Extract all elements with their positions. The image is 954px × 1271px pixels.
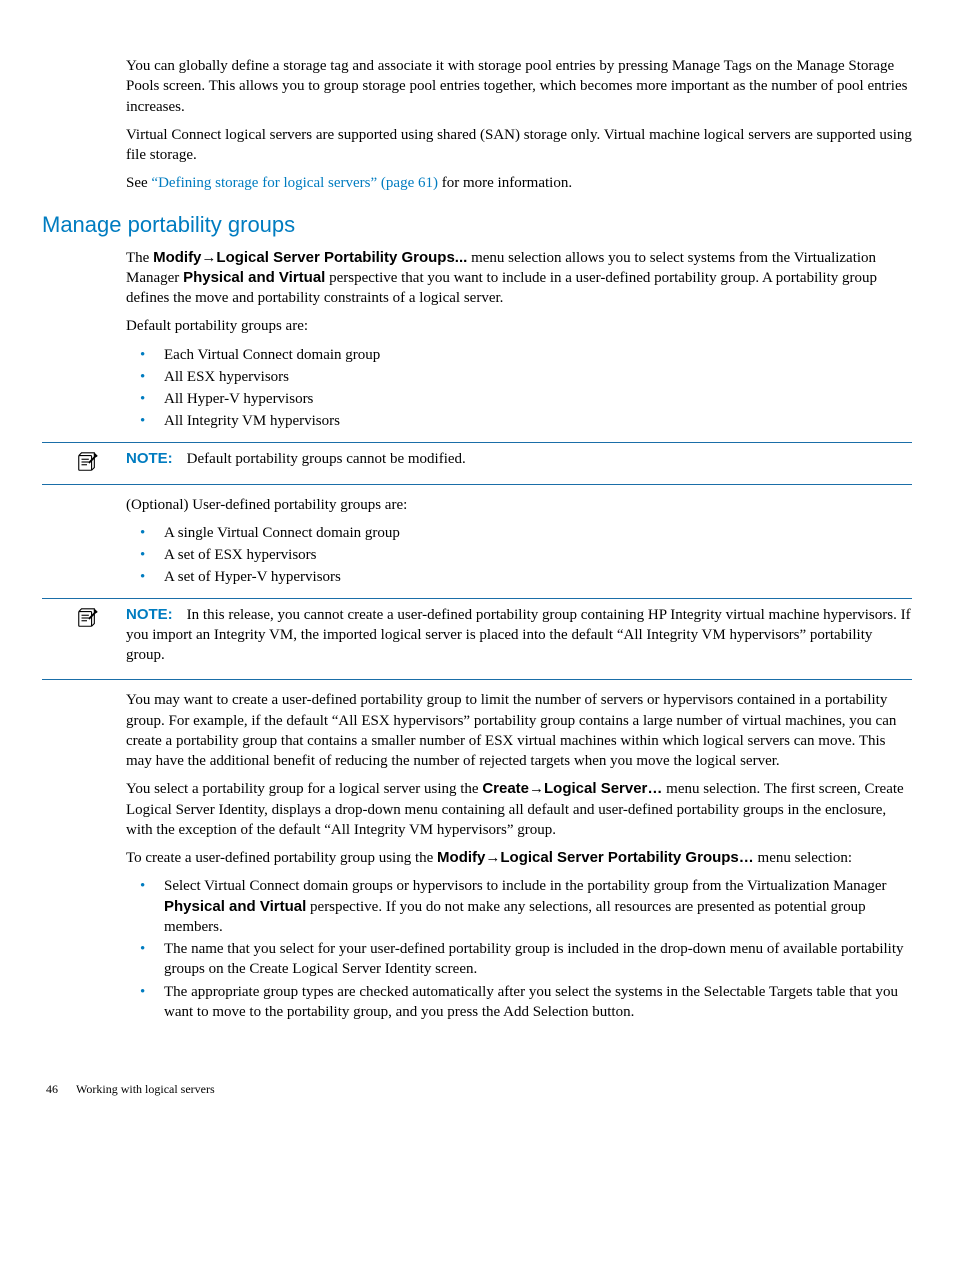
portability-paragraph-1: The Modify→Logical Server Portability Gr… — [126, 248, 912, 309]
default-groups-list: Each Virtual Connect domain group All ES… — [126, 345, 912, 432]
text-fragment: You select a portability group for a log… — [126, 781, 482, 797]
footer-title: Working with logical servers — [76, 1082, 215, 1096]
create-steps-list: Select Virtual Connect domain groups or … — [126, 876, 912, 1022]
intro-paragraph-1: You can globally define a storage tag an… — [126, 56, 912, 117]
note-divider-bottom — [42, 679, 912, 680]
text-fragment: Select Virtual Connect domain groups or … — [164, 878, 886, 894]
note-label: NOTE: — [126, 450, 173, 467]
create-group-reason-paragraph: You may want to create a user-defined po… — [126, 690, 912, 771]
note-text: NOTE:In this release, you cannot create … — [126, 605, 912, 666]
see-prefix: See — [126, 175, 151, 191]
defining-storage-link[interactable]: “Defining storage for logical servers” (… — [151, 175, 438, 191]
list-item: A single Virtual Connect domain group — [126, 523, 912, 543]
see-suffix: for more information. — [438, 175, 572, 191]
list-item: All Integrity VM hypervisors — [126, 411, 912, 431]
page-footer: 46 Working with logical servers — [42, 1082, 912, 1097]
modify-label: Modify — [153, 249, 201, 266]
list-item: All Hyper-V hypervisors — [126, 389, 912, 409]
create-label: Create — [482, 780, 529, 797]
page-number: 46 — [46, 1082, 58, 1096]
text-fragment: The — [126, 250, 153, 266]
note-body: Default portability groups cannot be mod… — [187, 451, 466, 467]
list-item: A set of ESX hypervisors — [126, 545, 912, 565]
note-user-defined-limitation: NOTE:In this release, you cannot create … — [42, 598, 912, 681]
list-item: All ESX hypervisors — [126, 367, 912, 387]
physical-and-virtual-label: Physical and Virtual — [183, 269, 325, 286]
list-item: A set of Hyper-V hypervisors — [126, 567, 912, 587]
arrow-icon: → — [485, 850, 500, 866]
note-divider-bottom — [42, 484, 912, 485]
intro-paragraph-3: See “Defining storage for logical server… — [126, 173, 912, 193]
optional-groups-list: A single Virtual Connect domain group A … — [126, 523, 912, 588]
physical-and-virtual-label: Physical and Virtual — [164, 898, 306, 915]
note-icon — [42, 449, 126, 478]
manage-portability-groups-heading: Manage portability groups — [42, 212, 912, 238]
list-item: The name that you select for your user-d… — [126, 939, 912, 980]
note-default-groups: NOTE: Default portability groups cannot b… — [42, 442, 912, 485]
text-fragment: To create a user-defined portability gro… — [126, 850, 437, 866]
note-icon — [42, 605, 126, 634]
text-fragment: menu selection: — [754, 850, 852, 866]
note-label: NOTE: — [126, 606, 173, 623]
arrow-icon: → — [529, 781, 544, 797]
logical-server-portability-groups-label: Logical Server Portability Groups... — [216, 249, 467, 266]
optional-groups-intro: (Optional) User-defined portability grou… — [126, 495, 912, 515]
logical-server-portability-groups-label: Logical Server Portability Groups… — [500, 849, 753, 866]
default-groups-intro: Default portability groups are: — [126, 316, 912, 336]
note-text: NOTE: Default portability groups cannot b… — [126, 449, 912, 469]
create-user-defined-intro: To create a user-defined portability gro… — [126, 848, 912, 868]
arrow-icon: → — [201, 250, 216, 266]
note-body: In this release, you cannot create a use… — [126, 607, 911, 664]
list-item: Each Virtual Connect domain group — [126, 345, 912, 365]
list-item: The appropriate group types are checked … — [126, 982, 912, 1023]
select-portability-paragraph: You select a portability group for a log… — [126, 779, 912, 840]
modify-label: Modify — [437, 849, 485, 866]
intro-paragraph-2: Virtual Connect logical servers are supp… — [126, 125, 912, 166]
list-item: Select Virtual Connect domain groups or … — [126, 876, 912, 937]
logical-server-label: Logical Server… — [544, 780, 662, 797]
